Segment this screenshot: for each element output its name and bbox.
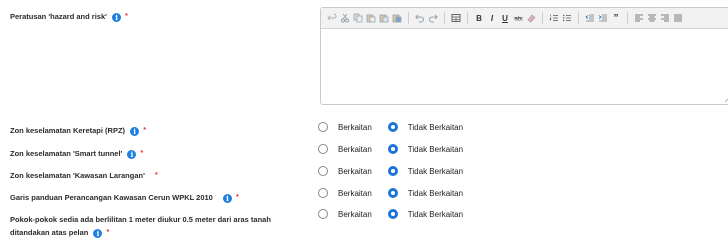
required-mark: * bbox=[125, 13, 128, 20]
required-mark: * bbox=[106, 229, 110, 236]
indent-icon[interactable] bbox=[598, 13, 608, 23]
italic-icon[interactable]: I bbox=[487, 13, 497, 23]
required-mark: * bbox=[154, 172, 158, 179]
radio-group-garis-panduan: Berkaitan Tidak Berkaitan bbox=[318, 188, 479, 198]
option-label: Berkaitan bbox=[338, 122, 372, 132]
info-icon[interactable]: i bbox=[127, 150, 137, 159]
svg-text:abc: abc bbox=[515, 17, 524, 23]
paste-word-icon[interactable] bbox=[392, 13, 402, 23]
option-label: Berkaitan bbox=[338, 188, 372, 198]
info-icon[interactable]: i bbox=[130, 127, 140, 136]
option-berkaitan[interactable]: Berkaitan bbox=[318, 209, 372, 219]
paste-icon[interactable] bbox=[366, 13, 376, 23]
radio-button[interactable] bbox=[318, 166, 328, 176]
align-left-icon[interactable] bbox=[634, 13, 644, 23]
field-label-rpz: Zon keselamatan Keretapi (RPZ) i * bbox=[10, 125, 146, 136]
required-mark: * bbox=[140, 150, 144, 157]
blockquote-icon[interactable]: ” bbox=[611, 13, 621, 24]
editor-text-area[interactable] bbox=[321, 29, 728, 104]
option-label: Tidak Berkaitan bbox=[407, 209, 464, 219]
unordered-list-icon[interactable] bbox=[562, 13, 572, 23]
field-label-kawasan-larangan: Zon keselamatan 'Kawasan Larangan' * bbox=[10, 170, 158, 181]
toolbar-separator bbox=[408, 12, 409, 24]
label-text: Zon keselamatan Keretapi (RPZ) bbox=[10, 126, 126, 135]
field-label-smart-tunnel: Zon keselamatan 'Smart tunnel' i * bbox=[10, 148, 143, 159]
label-text-line2: ditandakan atas pelan bbox=[10, 228, 89, 237]
label-text: Zon keselamatan 'Kawasan Larangan' bbox=[10, 171, 145, 180]
toolbar-separator bbox=[578, 12, 579, 24]
option-label: Tidak Berkaitan bbox=[407, 188, 464, 198]
toolbar-separator bbox=[627, 12, 628, 24]
required-mark: * bbox=[236, 194, 239, 201]
radio-button-selected[interactable] bbox=[387, 166, 398, 176]
option-tidak-berkaitan[interactable]: Tidak Berkaitan bbox=[387, 209, 464, 219]
radio-button[interactable] bbox=[318, 188, 328, 198]
field-label-hazard-risk: Peratusan 'hazard and risk' i * bbox=[10, 11, 128, 22]
radio-group-rpz: Berkaitan Tidak Berkaitan bbox=[318, 122, 479, 132]
ordered-list-icon[interactable] bbox=[549, 13, 559, 23]
undo-icon-faded[interactable] bbox=[327, 13, 337, 23]
radio-button-selected[interactable] bbox=[387, 122, 398, 132]
option-berkaitan[interactable]: Berkaitan bbox=[318, 144, 372, 154]
toolbar-separator bbox=[467, 12, 468, 24]
radio-button[interactable] bbox=[318, 209, 328, 219]
option-label: Berkaitan bbox=[338, 144, 372, 154]
radio-button[interactable] bbox=[318, 122, 328, 132]
radio-group-smart-tunnel: Berkaitan Tidak Berkaitan bbox=[318, 144, 479, 154]
required-mark: * bbox=[143, 127, 146, 134]
label-text: Peratusan 'hazard and risk' bbox=[10, 12, 107, 21]
strikethrough-icon[interactable]: abc bbox=[513, 13, 523, 23]
radio-button-selected[interactable] bbox=[387, 144, 398, 154]
field-label-garis-panduan: Garis panduan Perancangan Kawasan Cerun … bbox=[10, 192, 239, 203]
undo-icon[interactable] bbox=[415, 13, 425, 23]
radio-group-kawasan-larangan: Berkaitan Tidak Berkaitan bbox=[318, 166, 479, 176]
cut-icon[interactable] bbox=[340, 13, 350, 23]
option-berkaitan[interactable]: Berkaitan bbox=[318, 166, 372, 176]
label-text: Garis panduan Perancangan Kawasan Cerun … bbox=[10, 193, 213, 202]
option-tidak-berkaitan[interactable]: Tidak Berkaitan bbox=[387, 166, 464, 176]
copy-icon[interactable] bbox=[353, 13, 363, 23]
redo-icon[interactable] bbox=[428, 13, 438, 23]
option-tidak-berkaitan[interactable]: Tidak Berkaitan bbox=[387, 122, 464, 132]
outdent-icon[interactable] bbox=[585, 13, 595, 23]
info-icon[interactable]: i bbox=[112, 13, 122, 22]
align-right-icon[interactable] bbox=[660, 13, 670, 23]
toolbar-separator bbox=[444, 12, 445, 24]
editor-toolbar: B I U abc ” bbox=[321, 8, 728, 29]
toolbar-separator bbox=[542, 12, 543, 24]
radio-button-selected[interactable] bbox=[387, 209, 398, 219]
option-label: Tidak Berkaitan bbox=[407, 166, 464, 176]
radio-group-pokok: Berkaitan Tidak Berkaitan bbox=[318, 209, 479, 219]
table-icon[interactable] bbox=[451, 13, 461, 23]
option-tidak-berkaitan[interactable]: Tidak Berkaitan bbox=[387, 144, 464, 154]
option-label: Berkaitan bbox=[338, 209, 372, 219]
justify-icon[interactable] bbox=[673, 13, 683, 23]
label-text: Zon keselamatan 'Smart tunnel' bbox=[10, 149, 123, 158]
option-label: Berkaitan bbox=[338, 166, 372, 176]
radio-button-selected[interactable] bbox=[387, 188, 398, 198]
radio-button[interactable] bbox=[318, 144, 328, 154]
option-berkaitan[interactable]: Berkaitan bbox=[318, 122, 372, 132]
option-label: Tidak Berkaitan bbox=[407, 144, 464, 154]
align-center-icon[interactable] bbox=[647, 13, 657, 23]
bold-icon[interactable]: B bbox=[474, 13, 484, 23]
underline-icon[interactable]: U bbox=[500, 13, 510, 23]
info-icon[interactable]: i bbox=[93, 229, 103, 238]
option-tidak-berkaitan[interactable]: Tidak Berkaitan bbox=[387, 188, 464, 198]
eraser-icon[interactable] bbox=[526, 13, 536, 23]
option-label: Tidak Berkaitan bbox=[407, 122, 464, 132]
option-berkaitan[interactable]: Berkaitan bbox=[318, 188, 372, 198]
field-label-pokok: Pokok-pokok sedia ada berlilitan 1 meter… bbox=[10, 214, 310, 238]
rich-text-editor[interactable]: B I U abc ” bbox=[320, 7, 728, 105]
label-text-line1: Pokok-pokok sedia ada berlilitan 1 meter… bbox=[10, 215, 271, 224]
paste-text-icon[interactable] bbox=[379, 13, 389, 23]
info-icon[interactable]: i bbox=[222, 194, 232, 203]
